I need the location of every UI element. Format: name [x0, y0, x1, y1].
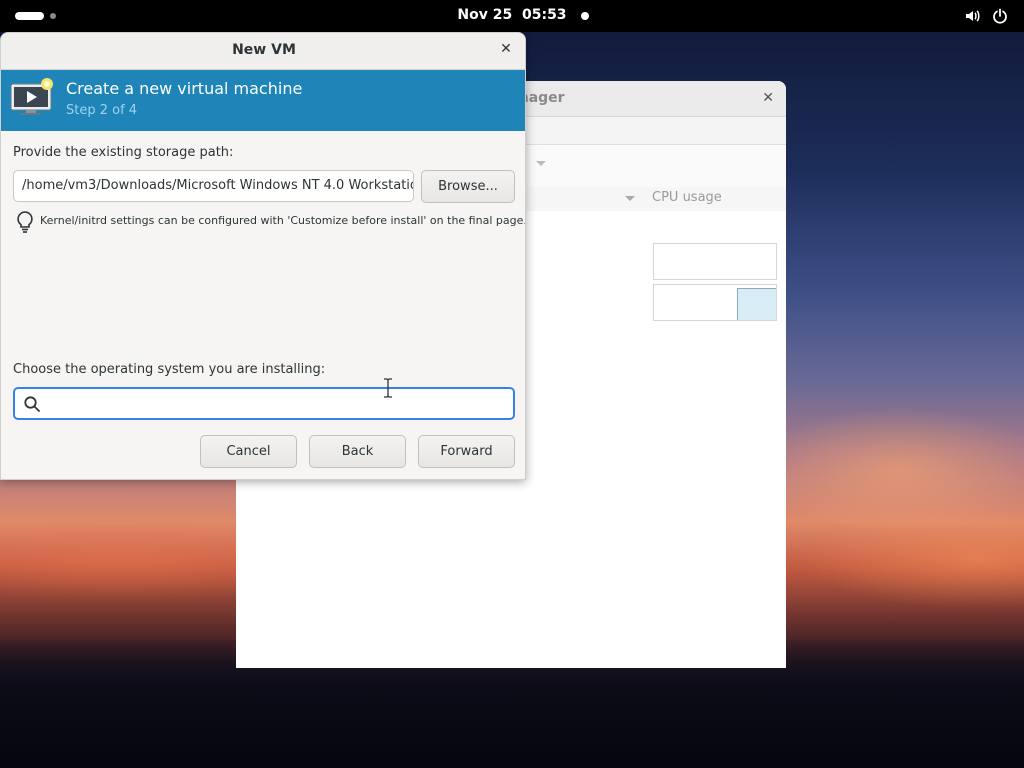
wizard-step: Step 2 of 4 [66, 103, 138, 118]
storage-path-input[interactable]: /home/vm3/Downloads/Microsoft Windows NT… [13, 170, 414, 202]
search-icon [23, 395, 41, 413]
text-cursor-icon [383, 378, 393, 398]
clock[interactable]: Nov 25 05:53 [0, 7, 1024, 23]
volume-icon[interactable] [964, 8, 980, 24]
kernel-hint-text: Kernel/initrd settings can be configured… [40, 214, 526, 227]
dialog-title: New VM [232, 42, 296, 58]
top-bar: Nov 25 05:53 [0, 0, 1024, 32]
wizard-heading: Create a new virtual machine [66, 79, 303, 98]
cpu-usage-graph [653, 243, 777, 280]
power-icon[interactable] [992, 8, 1008, 24]
lightbulb-icon [15, 210, 35, 234]
cancel-button[interactable]: Cancel [200, 435, 297, 468]
virtual-machine-icon [10, 78, 56, 118]
close-icon[interactable]: ✕ [499, 42, 513, 56]
notification-dot [581, 12, 589, 20]
new-vm-dialog: New VM ✕ Create a new virtual machine St… [0, 32, 526, 480]
forward-button[interactable]: Forward [418, 435, 515, 468]
cpu-usage-sparkline [737, 288, 776, 320]
wizard-banner: Create a new virtual machine Step 2 of 4 [1, 70, 525, 131]
back-button[interactable]: Back [309, 435, 406, 468]
chevron-down-icon[interactable] [536, 161, 546, 166]
system-menu[interactable] [964, 8, 1008, 24]
storage-path-label: Provide the existing storage path: [13, 145, 234, 160]
cpu-usage-column-header[interactable]: CPU usage [652, 190, 722, 205]
close-icon[interactable]: ✕ [762, 90, 774, 106]
os-search-input[interactable] [13, 387, 515, 420]
dialog-titlebar[interactable]: New VM ✕ [1, 33, 525, 70]
clock-text: Nov 25 05:53 [457, 7, 567, 23]
chevron-down-icon[interactable] [625, 196, 635, 201]
os-select-label: Choose the operating system you are inst… [13, 362, 326, 377]
cpu-usage-graph [653, 284, 777, 321]
browse-button[interactable]: Browse... [421, 170, 515, 203]
